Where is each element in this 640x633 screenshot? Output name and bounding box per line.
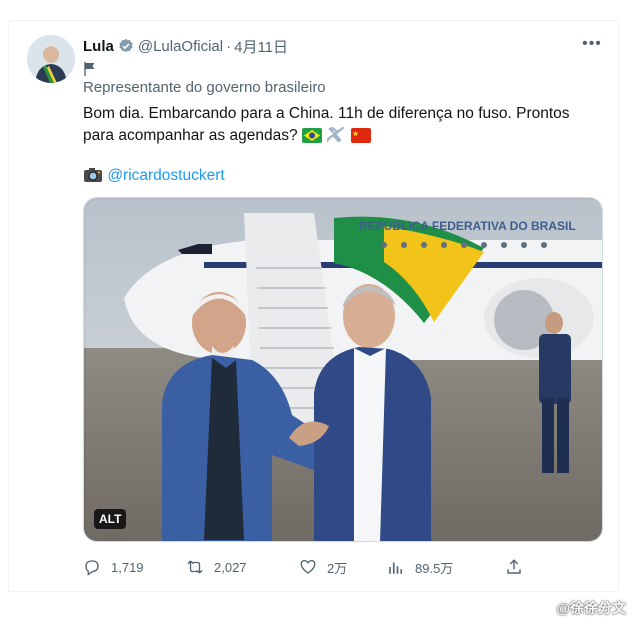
tweet-header: Lula @LulaOficial · 4月11日 [83, 35, 288, 57]
author-handle[interactable]: @LulaOficial [138, 38, 223, 55]
airplane-icon [326, 125, 346, 150]
share-button[interactable] [505, 558, 533, 576]
verified-badge-icon [118, 38, 134, 54]
like-count: 2万 [327, 560, 348, 576]
tweet-text-line-1: Bom dia. Embarcando para a China. 11h de… [83, 105, 570, 122]
heart-icon [300, 559, 316, 574]
photo-credit: @ricardostuckert [83, 165, 225, 190]
government-flag-icon [83, 61, 97, 77]
views-count: 89.5万 [415, 560, 454, 576]
tweet-text-line-2-text: para acompanhar as agendas? [83, 127, 298, 144]
tweet-text: Bom dia. Embarcando para a China. 11h de… [83, 103, 603, 150]
plane-livery-text: REPÚBLICA FEDERATIVA DO BRASIL [359, 218, 576, 233]
share-icon [507, 559, 521, 574]
tweet-photo[interactable]: REPÚBLICA FEDERATIVA DO BRASIL ALT [83, 197, 603, 542]
brazil-flag-icon [301, 128, 322, 150]
reply-button[interactable]: 1,719 [83, 558, 186, 576]
retweet-count: 2,027 [214, 559, 247, 575]
reply-count: 1,719 [111, 559, 144, 575]
tweet-text-line-2: para acompanhar as agendas? [83, 125, 603, 150]
reply-icon [85, 560, 99, 576]
government-affiliation-label: Representante do governo brasileiro [83, 79, 326, 96]
camera-icon [83, 167, 103, 190]
avatar[interactable] [27, 35, 75, 83]
china-flag-icon [350, 128, 371, 150]
retweet-button[interactable]: 2,027 [186, 558, 299, 576]
views-button[interactable]: 89.5万 [387, 558, 505, 577]
analytics-icon [389, 562, 403, 574]
retweet-icon [187, 560, 203, 574]
tweet-date[interactable]: 4月11日 [234, 36, 288, 57]
tweet-card[interactable]: Lula @LulaOficial · 4月11日 ••• Representa… [8, 20, 619, 592]
mention-link[interactable]: @ricardostuckert [107, 167, 224, 184]
alt-text-badge[interactable]: ALT [94, 509, 127, 529]
separator-dot: · [226, 37, 232, 55]
source-watermark: @徐徐分文 [556, 600, 626, 616]
more-options-button[interactable]: ••• [580, 35, 604, 55]
author-name[interactable]: Lula [83, 38, 114, 55]
like-button[interactable]: 2万 [299, 558, 387, 577]
tweet-actions-bar: 1,719 2,027 2万 89.5万 [83, 555, 543, 579]
